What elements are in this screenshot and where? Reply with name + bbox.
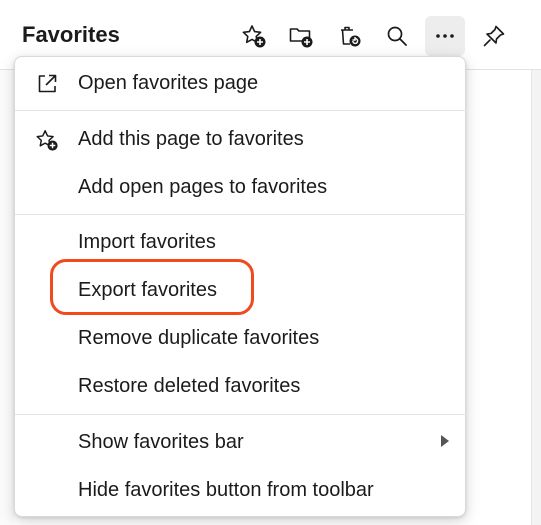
search-button[interactable] <box>377 16 417 56</box>
add-favorite-button[interactable] <box>234 16 274 56</box>
add-folder-button[interactable] <box>281 16 321 56</box>
menu-item-label: Restore deleted favorites <box>78 374 301 397</box>
menu-item-label: Open favorites page <box>78 71 259 94</box>
menu-item-label: Add this page to favorites <box>78 127 304 150</box>
favorites-panel: Favorites Open favorites page Add this p… <box>0 0 541 525</box>
export-favorites-highlight <box>50 259 254 315</box>
more-icon <box>436 34 454 38</box>
menu-item-label: Import favorites <box>78 230 216 253</box>
menu-separator <box>15 214 467 215</box>
add-folder-icon <box>289 28 313 48</box>
panel-title: Favorites <box>22 22 120 47</box>
menu-separator <box>15 414 467 415</box>
chevron-right-icon <box>441 435 449 447</box>
menu-item-label: Hide favorites button from toolbar <box>78 478 374 501</box>
add-favorite-icon <box>35 128 59 152</box>
menu-item-show-favorites-bar[interactable]: Show favorites bar <box>15 419 467 465</box>
panel-background-left <box>0 70 14 525</box>
menu-item-remove-duplicates[interactable]: Remove duplicate favorites <box>15 315 467 361</box>
restore-button[interactable] <box>329 16 369 56</box>
menu-separator <box>15 110 467 111</box>
menu-item-label: Add open pages to favorites <box>78 175 328 198</box>
menu-item-restore-deleted[interactable]: Restore deleted favorites <box>15 363 467 409</box>
menu-item-hide-favorites-button[interactable]: Hide favorites button from toolbar <box>15 467 467 513</box>
restore-icon <box>341 26 361 47</box>
open-external-icon <box>35 72 59 96</box>
menu-item-add-open-pages[interactable]: Add open pages to favorites <box>15 164 467 210</box>
menu-item-label: Remove duplicate favorites <box>78 326 320 349</box>
add-favorite-icon <box>242 25 266 48</box>
pin-icon <box>483 25 505 47</box>
more-options-button[interactable] <box>425 16 465 56</box>
menu-item-label: Show favorites bar <box>78 430 244 453</box>
menu-item-open-favorites-page[interactable]: Open favorites page <box>15 60 467 106</box>
pin-button[interactable] <box>474 16 514 56</box>
menu-item-add-this-page[interactable]: Add this page to favorites <box>15 116 467 162</box>
search-icon <box>387 26 407 46</box>
scrollbar-track[interactable] <box>531 70 541 525</box>
